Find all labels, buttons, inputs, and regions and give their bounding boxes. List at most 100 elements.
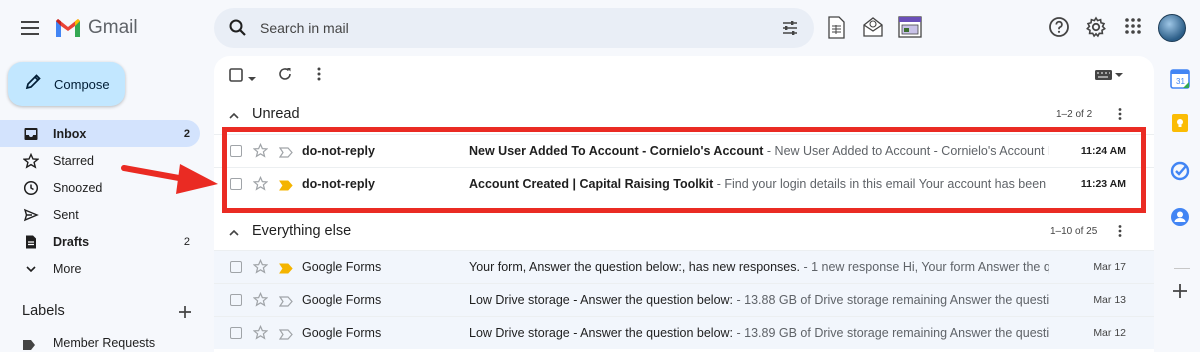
email-snippet: - 1 new response Hi, Your form Answer th… — [803, 260, 1049, 274]
sidebar-item-label: Sent — [53, 207, 79, 222]
section-title[interactable]: Everything else — [252, 223, 351, 239]
star-toggle-icon[interactable] — [252, 291, 269, 312]
email-row[interactable]: Google Forms Low Drive storage - Answer … — [214, 316, 1154, 349]
keyboard-icon[interactable] — [1094, 68, 1124, 86]
sidebar-item-more[interactable]: More — [0, 255, 200, 282]
importance-marker-icon[interactable] — [278, 145, 293, 163]
help-icon[interactable] — [1048, 16, 1070, 43]
select-all-checkbox[interactable] — [229, 68, 243, 87]
search-options-icon[interactable] — [780, 18, 800, 43]
star-toggle-icon[interactable] — [252, 175, 269, 196]
importance-marker-icon[interactable] — [278, 327, 293, 345]
add-label-icon[interactable] — [177, 304, 193, 325]
row-checkbox[interactable] — [230, 327, 242, 339]
email-sender: Google Forms — [302, 260, 382, 274]
settings-gear-icon[interactable] — [1085, 16, 1107, 43]
section-count: 1–10 of 25 — [1050, 226, 1098, 237]
row-checkbox[interactable] — [230, 145, 242, 157]
email-row[interactable]: Google Forms Your form, Answer the quest… — [214, 250, 1154, 283]
email-date: Mar 12 — [1093, 327, 1126, 339]
section-header-everything-else: Everything else 1–10 of 25 — [214, 215, 1154, 247]
importance-marker-icon[interactable] — [279, 178, 293, 196]
select-dropdown-icon[interactable] — [247, 70, 257, 88]
compose-button[interactable]: Compose — [8, 62, 125, 106]
sidebar-item-drafts[interactable]: Drafts 2 — [0, 228, 200, 255]
main-menu-icon[interactable] — [18, 16, 42, 40]
labels-heading: Labels — [22, 303, 65, 319]
email-time: 11:24 AM — [1080, 145, 1126, 157]
search-bar[interactable] — [214, 8, 814, 48]
collapse-chevron-icon[interactable] — [228, 225, 240, 243]
email-snippet: - Find your login details in this email … — [716, 177, 1049, 191]
calendar-icon[interactable]: 31 — [1169, 68, 1191, 90]
section-header-unread: Unread 1–2 of 2 — [214, 98, 1154, 130]
gmail-logo[interactable]: Gmail — [54, 14, 138, 42]
email-time: 11:23 AM — [1080, 178, 1126, 190]
search-icon[interactable] — [228, 18, 248, 43]
email-subject: New User Added To Account - Cornielo's A… — [469, 144, 764, 158]
send-icon — [23, 207, 39, 223]
clock-icon — [23, 180, 39, 196]
chevron-down-icon — [23, 261, 39, 277]
compose-label: Compose — [54, 76, 110, 92]
email-date: Mar 13 — [1093, 294, 1126, 306]
email-row[interactable]: do-not-reply New User Added To Account -… — [214, 134, 1154, 167]
row-checkbox[interactable] — [230, 261, 242, 273]
email-snippet: - 13.88 GB of Drive storage remaining An… — [736, 293, 1050, 307]
email-sender: do-not-reply — [302, 177, 375, 191]
tasks-icon[interactable] — [1169, 160, 1191, 182]
apps-grid-icon[interactable] — [1123, 16, 1143, 41]
unread-count: 2 — [183, 127, 190, 140]
star-toggle-icon[interactable] — [252, 142, 269, 163]
email-subject-line: Low Drive storage - Answer the question … — [469, 326, 1049, 340]
email-subject: Low Drive storage - Answer the question … — [469, 326, 734, 340]
inbox-icon — [23, 126, 39, 142]
email-subject-line: New User Added To Account - Cornielo's A… — [469, 144, 1049, 158]
refresh-icon[interactable] — [277, 66, 293, 87]
sidebar-item-label: Starred — [53, 153, 94, 168]
star-toggle-icon[interactable] — [252, 324, 269, 345]
star-toggle-icon[interactable] — [252, 258, 269, 279]
gmail-m-icon — [56, 19, 80, 37]
contacts-icon[interactable] — [1169, 206, 1191, 228]
sidebar-label-member-requests[interactable]: Member Requests — [0, 333, 200, 352]
sidebar-item-label: Snoozed — [53, 180, 103, 195]
row-checkbox[interactable] — [230, 294, 242, 306]
importance-marker-icon[interactable] — [278, 294, 293, 312]
section-title[interactable]: Unread — [252, 106, 300, 122]
section-count: 1–2 of 2 — [1056, 109, 1093, 120]
email-row[interactable]: Google Forms Low Drive storage - Answer … — [214, 283, 1154, 316]
sidebar-item-label: More — [53, 261, 82, 276]
pencil-icon — [24, 73, 42, 96]
sidebar-item-label: Inbox — [53, 126, 87, 141]
email-snippet: - 13.89 GB of Drive storage remaining An… — [736, 326, 1050, 340]
section-more-icon[interactable] — [1114, 107, 1126, 126]
email-sender: Google Forms — [302, 293, 382, 307]
sidebar-item-sent[interactable]: Sent — [0, 201, 200, 228]
annotation-arrow-icon — [120, 158, 220, 203]
keep-notes-icon[interactable] — [1169, 112, 1191, 134]
email-row[interactable]: do-not-reply Account Created | Capital R… — [214, 167, 1154, 200]
importance-marker-icon[interactable] — [279, 261, 293, 279]
account-avatar[interactable] — [1158, 14, 1186, 42]
side-panel-rail: 31 — [1164, 56, 1200, 352]
screen-extension-icon[interactable] — [898, 16, 922, 43]
email-subject-line: Account Created | Capital Raising Toolki… — [469, 177, 1049, 191]
section-more-icon[interactable] — [1114, 224, 1126, 243]
email-subject-line: Your form, Answer the question below:, h… — [469, 260, 1049, 274]
more-options-icon[interactable] — [311, 66, 327, 87]
email-subject: Account Created | Capital Raising Toolki… — [469, 177, 714, 191]
search-input[interactable] — [260, 16, 760, 40]
svg-text:31: 31 — [1176, 77, 1185, 86]
sidebar-item-inbox[interactable]: Inbox 2 — [0, 120, 200, 147]
collapse-chevron-icon[interactable] — [228, 108, 240, 126]
sheets-extension-icon[interactable] — [826, 16, 846, 45]
add-addon-icon[interactable] — [1169, 280, 1191, 302]
row-checkbox[interactable] — [230, 178, 242, 190]
mail-extension-icon[interactable] — [862, 16, 884, 43]
sidebar-item-label: Drafts — [53, 234, 90, 249]
drafts-count: 2 — [183, 235, 190, 248]
draft-icon — [23, 234, 39, 250]
email-subject: Your form, Answer the question below:, h… — [469, 260, 800, 274]
email-sender: do-not-reply — [302, 144, 375, 158]
